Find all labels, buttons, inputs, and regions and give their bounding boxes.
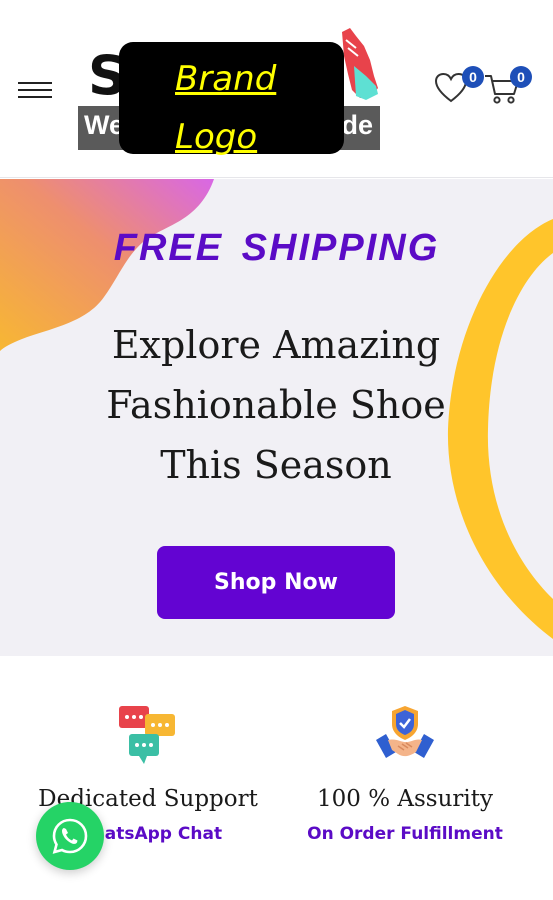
menu-icon[interactable]	[18, 80, 52, 100]
site-header: S We ide Brand Logo 0 0	[0, 0, 553, 178]
shop-now-button[interactable]: Shop Now	[157, 546, 395, 619]
whatsapp-icon	[52, 818, 88, 854]
handshake-shield-icon	[376, 706, 434, 758]
feature-subtitle: On Order Fulfillment	[307, 824, 503, 844]
free-shipping-heading: FREE SHIPPING	[113, 227, 440, 269]
logo-placeholder: Brand Logo	[119, 42, 344, 157]
whatsapp-button[interactable]	[36, 802, 104, 870]
brand-logo[interactable]: S We ide Brand Logo	[78, 26, 380, 157]
hero-banner: FREE SHIPPING Explore Amazing Fashionabl…	[0, 179, 553, 656]
logo-placeholder-line2: Logo	[175, 117, 258, 157]
feature-title: 100 % Assurity	[317, 786, 493, 812]
chat-bubbles-icon	[119, 706, 175, 764]
cart-count-badge: 0	[510, 66, 532, 88]
logo-tagline-left: We	[84, 110, 125, 140]
wishlist-count-badge: 0	[462, 66, 484, 88]
logo-placeholder-line1: Brand	[175, 59, 277, 99]
feature-assurity: 100 % Assurity On Order Fulfillment	[267, 704, 543, 844]
hero-headline: Explore Amazing Fashionable Shoe This Se…	[106, 323, 446, 487]
